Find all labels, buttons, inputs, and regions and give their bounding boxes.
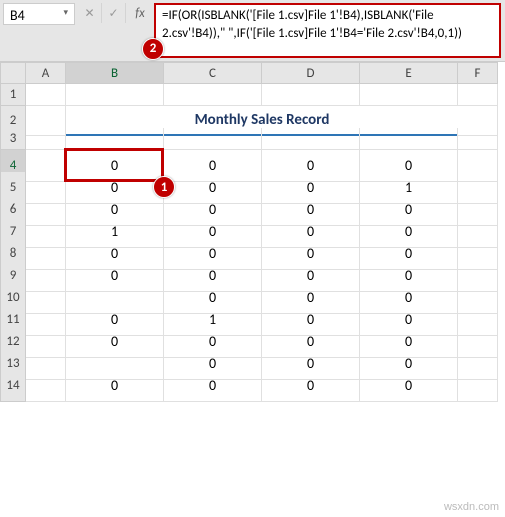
col-header-F[interactable]: F	[458, 62, 498, 84]
cell[interactable]	[66, 128, 164, 150]
cell[interactable]	[360, 128, 458, 150]
cell[interactable]: 0	[262, 370, 360, 402]
col-header-B[interactable]: B	[66, 62, 164, 84]
name-box-dropdown-icon[interactable]: ▾	[63, 7, 68, 18]
cell[interactable]	[164, 128, 262, 150]
enter-icon[interactable]: ✓	[102, 3, 126, 23]
select-all-corner[interactable]	[0, 62, 26, 84]
name-box-value: B4	[10, 7, 25, 24]
row-header-3[interactable]: 3	[0, 128, 26, 150]
col-header-D[interactable]: D	[262, 62, 360, 84]
cell[interactable]	[458, 370, 498, 402]
formula-bar: B4 ▾ ✕ ✓ fx =IF(OR(ISBLANK('[File 1.csv]…	[0, 0, 505, 62]
cell[interactable]	[262, 128, 360, 150]
fx-icon[interactable]: fx	[126, 3, 154, 23]
worksheet-grid[interactable]: A B C D E F 1 2 Monthly Sales Record 3 4…	[0, 62, 505, 392]
cell[interactable]	[262, 84, 360, 106]
cell[interactable]	[26, 84, 66, 106]
col-header-E[interactable]: E	[360, 62, 458, 84]
callout-cell: 1	[153, 176, 175, 198]
cell[interactable]	[26, 370, 66, 402]
cell[interactable]	[66, 84, 164, 106]
col-header-C[interactable]: C	[164, 62, 262, 84]
row-header-14[interactable]: 14	[0, 370, 26, 402]
row-header-1[interactable]: 1	[0, 84, 26, 106]
cell[interactable]: 0	[66, 370, 164, 402]
cell[interactable]	[458, 128, 498, 150]
cell[interactable]	[164, 84, 262, 106]
cell[interactable]	[26, 128, 66, 150]
formula-controls: ✕ ✓ fx	[78, 0, 154, 22]
cell[interactable]	[360, 84, 458, 106]
formula-text: =IF(OR(ISBLANK('[File 1.csv]File 1'!B4),…	[162, 8, 462, 41]
callout-formula: 2	[142, 38, 164, 60]
cancel-icon[interactable]: ✕	[78, 3, 102, 23]
formula-input[interactable]: =IF(OR(ISBLANK('[File 1.csv]File 1'!B4),…	[154, 3, 501, 58]
cell[interactable]	[458, 84, 498, 106]
cell[interactable]: 0	[360, 370, 458, 402]
name-box[interactable]: B4 ▾	[3, 3, 75, 25]
watermark: wsxdn.com	[444, 501, 499, 513]
col-header-A[interactable]: A	[26, 62, 66, 84]
cell[interactable]: 0	[164, 370, 262, 402]
